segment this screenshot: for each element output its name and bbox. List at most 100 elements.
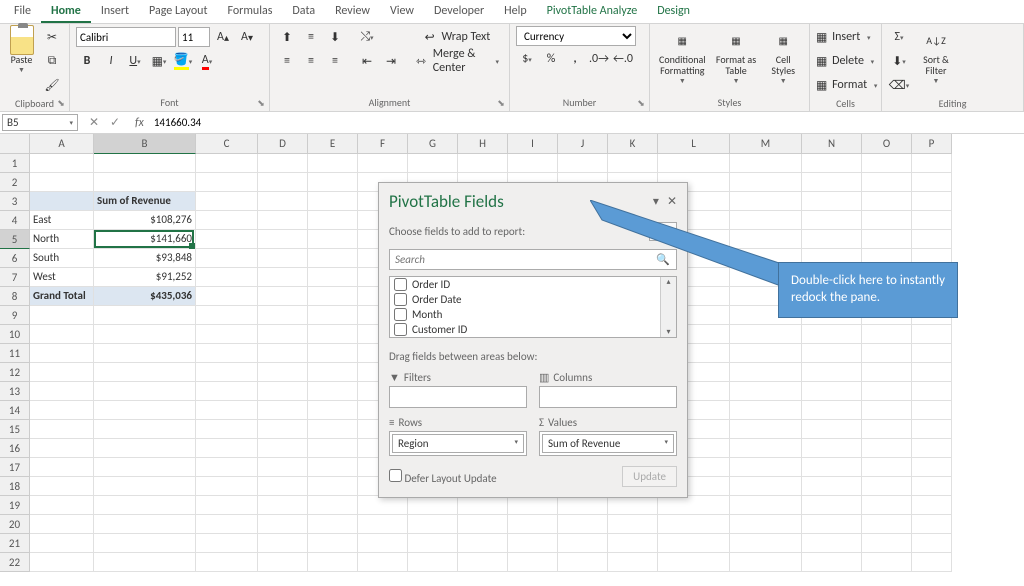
cell-A11[interactable]: [30, 344, 94, 363]
cell-P12[interactable]: [912, 363, 952, 382]
tab-design[interactable]: Design: [647, 0, 700, 23]
cell-B10[interactable]: [94, 325, 196, 344]
tab-home[interactable]: Home: [41, 0, 91, 23]
cell-M1[interactable]: [730, 154, 802, 173]
row-header-9[interactable]: 9: [0, 306, 30, 325]
cell-N17[interactable]: [802, 458, 862, 477]
cell-H1[interactable]: [458, 154, 508, 173]
cell-A3[interactable]: [30, 192, 94, 211]
clear-button[interactable]: ⌫▾: [888, 74, 910, 96]
cancel-formula-button[interactable]: ✕: [84, 115, 104, 130]
cell-C15[interactable]: [196, 420, 258, 439]
cell-N16[interactable]: [802, 439, 862, 458]
tab-data[interactable]: Data: [282, 0, 325, 23]
cell-P3[interactable]: [912, 192, 952, 211]
cell-E13[interactable]: [308, 382, 358, 401]
cell-D15[interactable]: [258, 420, 308, 439]
cell-D3[interactable]: [258, 192, 308, 211]
cell-B5[interactable]: $141,660: [94, 230, 196, 249]
cell-D21[interactable]: [258, 534, 308, 553]
cell-H22[interactable]: [458, 553, 508, 572]
cell-D12[interactable]: [258, 363, 308, 382]
cell-M20[interactable]: [730, 515, 802, 534]
clipboard-launcher[interactable]: ⬊: [55, 98, 67, 110]
cell-K21[interactable]: [608, 534, 658, 553]
delete-cells-button[interactable]: ▦ Delete ▾: [816, 50, 874, 72]
tab-review[interactable]: Review: [325, 0, 380, 23]
row-header-19[interactable]: 19: [0, 496, 30, 515]
row-header-15[interactable]: 15: [0, 420, 30, 439]
rows-area[interactable]: Region▾: [389, 431, 527, 456]
cell-A20[interactable]: [30, 515, 94, 534]
cell-E8[interactable]: [308, 287, 358, 306]
cell-A18[interactable]: [30, 477, 94, 496]
cell-E2[interactable]: [308, 173, 358, 192]
cell-B8[interactable]: $435,036: [94, 287, 196, 306]
cell-E17[interactable]: [308, 458, 358, 477]
row-header-13[interactable]: 13: [0, 382, 30, 401]
cell-A1[interactable]: [30, 154, 94, 173]
tab-pivot-analyze[interactable]: PivotTable Analyze: [537, 0, 648, 23]
cell-F21[interactable]: [358, 534, 408, 553]
cell-D11[interactable]: [258, 344, 308, 363]
cell-C9[interactable]: [196, 306, 258, 325]
cell-I19[interactable]: [508, 496, 558, 515]
cell-N22[interactable]: [802, 553, 862, 572]
cell-B2[interactable]: [94, 173, 196, 192]
row-header-1[interactable]: 1: [0, 154, 30, 173]
cell-P14[interactable]: [912, 401, 952, 420]
border-button[interactable]: ▦▾: [148, 50, 170, 72]
alignment-launcher[interactable]: ⬊: [495, 98, 507, 110]
column-header-O[interactable]: O: [862, 134, 912, 154]
cell-N3[interactable]: [802, 192, 862, 211]
cell-P5[interactable]: [912, 230, 952, 249]
cell-E14[interactable]: [308, 401, 358, 420]
merge-center-button[interactable]: ⇿ Merge & Center ▾: [412, 50, 503, 72]
formula-input[interactable]: [150, 115, 1024, 130]
cell-M15[interactable]: [730, 420, 802, 439]
cell-C12[interactable]: [196, 363, 258, 382]
cell-A14[interactable]: [30, 401, 94, 420]
cell-E5[interactable]: [308, 230, 358, 249]
cut-button[interactable]: ✂: [41, 26, 63, 48]
cell-A8[interactable]: Grand Total: [30, 287, 94, 306]
increase-font-button[interactable]: A▴: [212, 26, 234, 48]
cell-G1[interactable]: [408, 154, 458, 173]
row-header-8[interactable]: 8: [0, 287, 30, 306]
tab-insert[interactable]: Insert: [91, 0, 139, 23]
pivot-fields-pane[interactable]: PivotTable Fields ▾ ✕ Choose fields to a…: [378, 182, 688, 498]
align-right-button[interactable]: ≡: [324, 50, 346, 72]
cell-N14[interactable]: [802, 401, 862, 420]
row-header-18[interactable]: 18: [0, 477, 30, 496]
cell-F20[interactable]: [358, 515, 408, 534]
cell-D10[interactable]: [258, 325, 308, 344]
cell-A9[interactable]: [30, 306, 94, 325]
cell-B9[interactable]: [94, 306, 196, 325]
cell-M3[interactable]: [730, 192, 802, 211]
cell-M12[interactable]: [730, 363, 802, 382]
tab-formulas[interactable]: Formulas: [217, 0, 282, 23]
defer-layout-checkbox[interactable]: Defer Layout Update: [389, 469, 497, 485]
cell-E19[interactable]: [308, 496, 358, 515]
cell-M19[interactable]: [730, 496, 802, 515]
decrease-indent-button[interactable]: ⇤: [356, 50, 378, 72]
copy-button[interactable]: ⧉: [41, 50, 63, 72]
row-header-6[interactable]: 6: [0, 249, 30, 268]
cell-E21[interactable]: [308, 534, 358, 553]
comma-format-button[interactable]: ,: [564, 48, 586, 70]
rows-chip[interactable]: Region▾: [392, 434, 524, 453]
cell-G20[interactable]: [408, 515, 458, 534]
column-header-E[interactable]: E: [308, 134, 358, 154]
cell-C10[interactable]: [196, 325, 258, 344]
cell-O16[interactable]: [862, 439, 912, 458]
cell-L19[interactable]: [658, 496, 730, 515]
cell-C3[interactable]: [196, 192, 258, 211]
cell-N12[interactable]: [802, 363, 862, 382]
cell-I20[interactable]: [508, 515, 558, 534]
tab-page-layout[interactable]: Page Layout: [139, 0, 217, 23]
cell-C18[interactable]: [196, 477, 258, 496]
cell-B12[interactable]: [94, 363, 196, 382]
increase-indent-button[interactable]: ⇥: [380, 50, 402, 72]
row-header-2[interactable]: 2: [0, 173, 30, 192]
cell-C14[interactable]: [196, 401, 258, 420]
